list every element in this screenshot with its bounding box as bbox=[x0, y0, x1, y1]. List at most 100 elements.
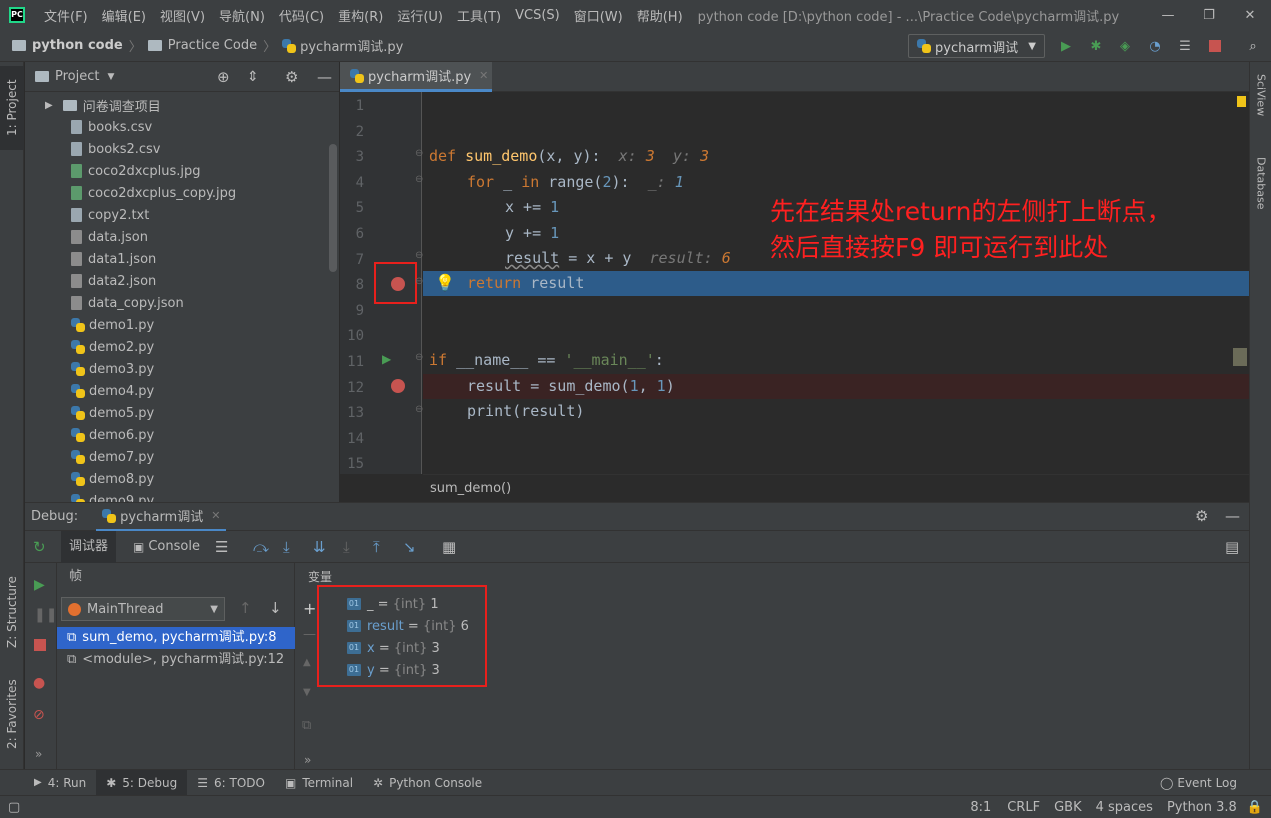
menu-lines-icon[interactable]: ☰ bbox=[215, 538, 228, 556]
minimize-icon[interactable]: — bbox=[1146, 0, 1190, 30]
tree-file-row[interactable]: data_copy.json bbox=[25, 292, 339, 314]
menu-tools[interactable]: 工具(T) bbox=[450, 6, 508, 25]
menu-code[interactable]: 代码(C) bbox=[272, 6, 331, 25]
close-tab-icon[interactable]: ✕ bbox=[211, 509, 220, 522]
sciview-tool-tab[interactable]: SciView bbox=[1250, 74, 1271, 144]
profile-icon[interactable]: ◔ bbox=[1147, 38, 1163, 54]
python-console-tool-tab[interactable]: ✲ Python Console bbox=[363, 770, 492, 796]
menu-run[interactable]: 运行(U) bbox=[390, 6, 450, 25]
tree-file-row[interactable]: demo5.py bbox=[25, 402, 339, 424]
tree-file-row[interactable]: data.json bbox=[25, 226, 339, 248]
menu-help[interactable]: 帮助(H) bbox=[630, 6, 690, 25]
gear-icon[interactable]: ⚙ bbox=[285, 68, 298, 86]
run-icon[interactable]: ▶ bbox=[1058, 38, 1074, 54]
run-gutter-icon[interactable]: ▶ bbox=[382, 352, 391, 366]
remove-watch-icon[interactable]: — bbox=[303, 627, 316, 642]
tree-file-row[interactable]: demo6.py bbox=[25, 424, 339, 446]
tree-file-row[interactable]: demo4.py bbox=[25, 380, 339, 402]
collapse-all-icon[interactable]: ⇕ bbox=[247, 69, 259, 85]
close-window-icon[interactable]: ✕ bbox=[1228, 0, 1271, 30]
tree-file-row[interactable]: demo7.py bbox=[25, 446, 339, 468]
editor-gutter[interactable]: 1 2 3 4 5 6 7 8 9 10 11 12 13 14 15 ▶ ⊖ ⊖ ⊖ ⊖ ⊖ ⊖ bbox=[340, 92, 423, 474]
step-out-icon[interactable]: ⤒ bbox=[373, 538, 380, 556]
project-view-select[interactable]: Project bbox=[55, 69, 99, 84]
tree-file-row[interactable]: data2.json bbox=[25, 270, 339, 292]
tree-file-row[interactable]: coco2dxcplus.jpg bbox=[25, 160, 339, 182]
editor-scroll-thumb[interactable] bbox=[1233, 348, 1247, 366]
concurrency-diagram-icon[interactable]: ☰ bbox=[1177, 38, 1193, 54]
add-watch-icon[interactable]: + bbox=[303, 599, 316, 618]
menu-view[interactable]: 视图(V) bbox=[153, 6, 212, 25]
view-breakpoints-icon[interactable]: ● bbox=[33, 675, 45, 691]
stop-icon[interactable] bbox=[1207, 38, 1223, 54]
frame-row[interactable]: ⧉ sum_demo, pycharm调试.py:8 bbox=[57, 627, 295, 649]
menu-navigate[interactable]: 导航(N) bbox=[212, 6, 272, 25]
run-tool-tab[interactable]: ▶ 4: Run bbox=[24, 770, 96, 796]
tree-file-row[interactable]: demo2.py bbox=[25, 336, 339, 358]
tree-folder-row[interactable]: ▶ 问卷调查项目 bbox=[25, 94, 339, 116]
event-log-tool-tab[interactable]: ◯ Event Log bbox=[1150, 770, 1247, 796]
tree-file-row[interactable]: demo9.py bbox=[25, 490, 339, 502]
python-interpreter[interactable]: Python 3.8 bbox=[1167, 800, 1237, 815]
pause-icon[interactable]: ❚❚ bbox=[34, 607, 57, 623]
structure-tool-tab[interactable]: Z: Structure bbox=[0, 562, 24, 662]
mute-breakpoints-icon[interactable]: ⊘ bbox=[33, 707, 45, 723]
line-separator[interactable]: CRLF bbox=[1007, 800, 1040, 815]
menu-window[interactable]: 窗口(W) bbox=[567, 6, 630, 25]
arrow-down-icon[interactable]: ↓ bbox=[269, 599, 282, 617]
terminal-tool-tab[interactable]: ▣ Terminal bbox=[275, 770, 363, 796]
tree-file-row[interactable]: demo1.py bbox=[25, 314, 339, 336]
rerun-icon[interactable]: ↻ bbox=[33, 538, 46, 556]
tree-file-row[interactable]: data1.json bbox=[25, 248, 339, 270]
breadcrumb-folder[interactable]: Practice Code bbox=[147, 38, 257, 53]
more-icon[interactable]: » bbox=[304, 753, 311, 767]
gear-icon[interactable]: ⚙ bbox=[1195, 507, 1208, 525]
toggle-tool-windows-icon[interactable]: ▢ bbox=[8, 800, 20, 815]
menu-vcs[interactable]: VCS(S) bbox=[508, 8, 567, 23]
step-into-icon[interactable]: ⇊ bbox=[313, 538, 326, 556]
tree-file-row[interactable]: books2.csv bbox=[25, 138, 339, 160]
dropdown-arrow-icon[interactable]: ▼ bbox=[107, 72, 114, 82]
move-down-icon[interactable]: ▼ bbox=[303, 687, 311, 698]
menu-file[interactable]: 文件(F) bbox=[37, 6, 95, 25]
hide-panel-icon[interactable]: — bbox=[317, 68, 332, 86]
run-to-cursor-icon[interactable]: ↘ bbox=[403, 538, 416, 556]
lock-icon[interactable]: 🔒 bbox=[1247, 800, 1263, 815]
tree-file-row[interactable]: demo8.py bbox=[25, 468, 339, 490]
expand-arrow-icon[interactable]: ▶ bbox=[45, 100, 53, 111]
locate-target-icon[interactable]: ⊕ bbox=[217, 68, 230, 86]
breadcrumb-project[interactable]: python code bbox=[12, 38, 123, 53]
close-tab-icon[interactable]: ✕ bbox=[479, 69, 488, 82]
breakpoint-icon[interactable] bbox=[391, 379, 405, 393]
breadcrumb-file[interactable]: pycharm调试.py bbox=[282, 36, 403, 55]
hide-panel-icon[interactable]: — bbox=[1225, 507, 1240, 525]
run-configuration-select[interactable]: pycharm调试 ▼ bbox=[908, 34, 1045, 58]
arrow-up-icon[interactable]: ↑ bbox=[239, 599, 252, 617]
tab-debugger[interactable]: 调试器 bbox=[61, 530, 117, 563]
caret-position[interactable]: 8:1 bbox=[970, 800, 991, 815]
tab-console[interactable]: ▣ Console bbox=[133, 531, 200, 563]
layout-settings-icon[interactable]: ▤ bbox=[1225, 538, 1239, 556]
tree-file-row[interactable]: copy2.txt bbox=[25, 204, 339, 226]
project-tool-tab[interactable]: 1: Project bbox=[0, 66, 24, 150]
file-encoding[interactable]: GBK bbox=[1054, 800, 1082, 815]
tree-file-row[interactable]: demo3.py bbox=[25, 358, 339, 380]
debug-tool-tab[interactable]: ✱ 5: Debug bbox=[96, 769, 188, 796]
stop-debug-icon[interactable] bbox=[34, 639, 46, 651]
thread-select[interactable]: MainThread ▼ bbox=[61, 597, 225, 621]
code-editor[interactable]: def sum_demo(x, y): x: 3 y: 3 for _ in r… bbox=[423, 92, 1249, 474]
tree-file-row[interactable]: books.csv bbox=[25, 116, 339, 138]
copy-watch-icon[interactable]: ⧉ bbox=[302, 718, 311, 733]
show-execution-point-icon[interactable]: ⤼ bbox=[253, 538, 269, 556]
search-everywhere-icon[interactable]: ⌕ bbox=[1245, 38, 1261, 54]
breakpoint-icon[interactable] bbox=[391, 277, 405, 291]
editor-tab-pycharm-debug[interactable]: pycharm调试.py ✕ bbox=[340, 62, 492, 92]
menu-refactor[interactable]: 重构(R) bbox=[331, 6, 390, 25]
intention-bulb-icon[interactable]: 💡 bbox=[435, 273, 455, 292]
run-coverage-icon[interactable]: ◈ bbox=[1117, 38, 1133, 54]
todo-tool-tab[interactable]: ☰ 6: TODO bbox=[187, 770, 275, 796]
menu-edit[interactable]: 编辑(E) bbox=[95, 6, 153, 25]
indent-setting[interactable]: 4 spaces bbox=[1096, 800, 1153, 815]
step-into-my-code-icon[interactable]: ⤓ bbox=[343, 538, 350, 556]
frame-row[interactable]: ⧉ <module>, pycharm调试.py:12 bbox=[57, 649, 295, 671]
